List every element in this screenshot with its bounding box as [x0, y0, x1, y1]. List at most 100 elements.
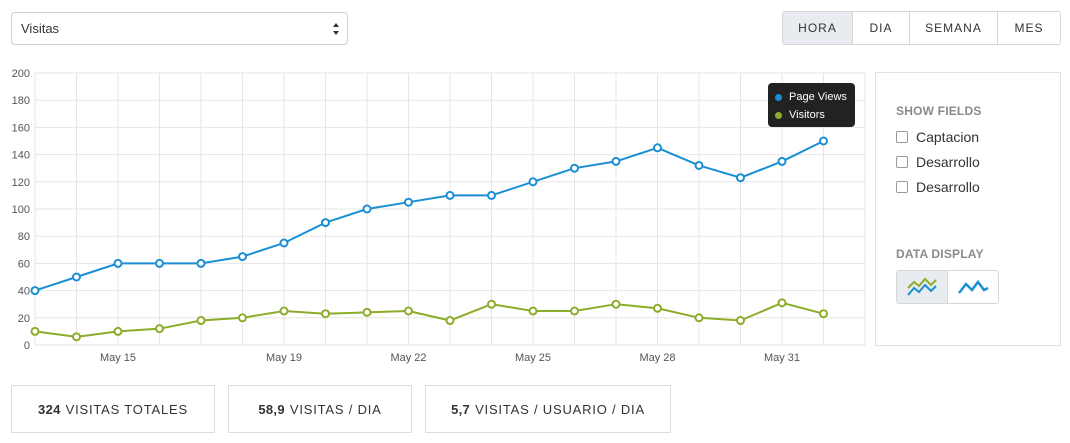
field-desarrollo-1[interactable]: Desarrollo — [896, 154, 980, 170]
desarrollo-1-checkbox[interactable] — [896, 156, 908, 168]
point-page-views — [72, 272, 81, 282]
tab-mes[interactable]: MES — [998, 12, 1060, 44]
point-page-views — [777, 156, 787, 166]
data-display-toggle — [896, 270, 999, 304]
x-tick-label: May 28 — [639, 352, 675, 364]
point-visitors — [30, 326, 40, 336]
tooltip-row-visitors: Visitors — [775, 106, 855, 124]
y-tick-label: 0 — [24, 340, 30, 352]
stat-visits-per-day-label: VISITAS / DIA — [289, 401, 382, 417]
tab-semana[interactable]: SEMANA — [910, 12, 998, 44]
point-page-views — [113, 258, 123, 268]
point-page-views — [404, 197, 413, 207]
y-tick-label: 20 — [18, 313, 30, 325]
point-visitors — [279, 306, 289, 316]
y-tick-label: 200 — [12, 68, 30, 80]
y-tick-label: 180 — [12, 95, 30, 107]
point-visitors — [404, 306, 413, 316]
point-visitors — [238, 313, 247, 323]
point-page-views — [694, 160, 704, 170]
chart-tooltip: Page Views Visitors — [768, 83, 855, 127]
metric-select[interactable]: Visitas — [11, 12, 348, 45]
tab-dia[interactable]: DIA — [853, 12, 910, 44]
visitors-legend-dot — [775, 111, 782, 119]
point-page-views — [819, 136, 828, 146]
point-page-views — [528, 177, 538, 187]
point-visitors — [694, 313, 704, 323]
x-tick-label: May 22 — [390, 352, 426, 364]
y-tick-label: 140 — [12, 150, 30, 162]
tab-mes-label: MES — [1014, 21, 1044, 35]
point-page-views — [321, 218, 330, 228]
point-page-views — [238, 252, 247, 262]
y-tick-label: 100 — [12, 204, 30, 216]
tab-hora-label: HORA — [798, 21, 837, 35]
y-tick-label: 80 — [18, 231, 30, 243]
visits-line-chart: 0 20 40 60 80 100 120 140 160 180 200 May 15 May 19 M… — [12, 68, 866, 364]
stat-visits-per-user-label: VISITAS / USUARIO / DIA — [475, 401, 645, 417]
point-page-views — [653, 143, 662, 153]
stat-visits-per-user-per-day: 5,7 VISITAS / USUARIO / DIA — [425, 385, 671, 433]
point-visitors — [611, 299, 621, 309]
point-visitors — [155, 324, 164, 334]
point-page-views — [736, 173, 745, 183]
point-visitors — [362, 307, 372, 317]
metric-select-value: Visitas — [21, 21, 60, 36]
point-page-views — [445, 190, 455, 200]
point-visitors — [321, 309, 330, 319]
y-tick-label: 40 — [18, 286, 30, 298]
point-visitors — [196, 316, 206, 326]
x-tick-label: May 31 — [764, 352, 800, 364]
point-visitors — [528, 306, 538, 316]
point-visitors — [113, 326, 123, 336]
tab-semana-label: SEMANA — [925, 21, 982, 35]
point-page-views — [487, 190, 496, 200]
single-line-chart-icon — [957, 279, 989, 294]
x-tick-label: May 19 — [266, 352, 302, 364]
point-page-views — [362, 204, 372, 214]
chart-options-panel: SHOW FIELDS Captacion Desarrollo Desarro… — [875, 72, 1061, 346]
point-page-views — [30, 286, 40, 296]
point-visitors — [819, 309, 828, 319]
point-page-views — [155, 258, 164, 268]
stat-visits-per-user-value: 5,7 — [451, 401, 471, 417]
field-desarrollo-2[interactable]: Desarrollo — [896, 179, 980, 195]
time-range-tabs: HORA DIA SEMANA MES — [782, 11, 1061, 45]
point-visitors — [445, 316, 455, 326]
field-desarrollo-2-label: Desarrollo — [916, 179, 980, 195]
stat-total-visits-value: 324 — [38, 401, 61, 417]
stat-total-visits: 324 VISITAS TOTALES — [11, 385, 215, 433]
y-tick-label: 120 — [12, 177, 30, 189]
stat-visits-per-day: 58,9 VISITAS / DIA — [228, 385, 412, 433]
stat-visits-per-day-value: 58,9 — [258, 401, 285, 417]
desarrollo-2-checkbox[interactable] — [896, 181, 908, 193]
stat-total-visits-label: VISITAS TOTALES — [65, 401, 188, 417]
point-visitors — [487, 299, 496, 309]
multi-line-chart-icon — [906, 277, 937, 296]
x-tick-label: May 15 — [100, 352, 136, 364]
select-arrows-icon — [333, 23, 339, 35]
point-visitors — [736, 316, 745, 326]
tooltip-label-visitors: Visitors — [789, 109, 825, 121]
show-fields-heading: SHOW FIELDS — [896, 104, 982, 118]
point-page-views — [196, 258, 206, 268]
tab-hora[interactable]: HORA — [783, 12, 853, 44]
point-page-views — [570, 163, 579, 173]
point-page-views — [611, 156, 621, 166]
x-tick-label: May 25 — [515, 352, 551, 364]
field-captacion-label: Captacion — [916, 129, 980, 145]
point-visitors — [570, 306, 579, 316]
y-tick-label: 60 — [18, 258, 30, 270]
field-desarrollo-1-label: Desarrollo — [916, 154, 980, 170]
point-visitors — [653, 303, 662, 313]
point-visitors — [72, 332, 81, 342]
page-views-legend-dot — [775, 93, 782, 101]
multi-line-display-button[interactable] — [897, 271, 948, 303]
y-tick-label: 160 — [12, 122, 30, 134]
single-line-display-button[interactable] — [948, 271, 999, 303]
tooltip-label-page-views: Page Views — [789, 91, 847, 103]
captacion-checkbox[interactable] — [896, 131, 908, 143]
data-display-heading: DATA DISPLAY — [896, 247, 984, 261]
point-page-views — [279, 238, 289, 248]
field-captacion[interactable]: Captacion — [896, 129, 979, 145]
